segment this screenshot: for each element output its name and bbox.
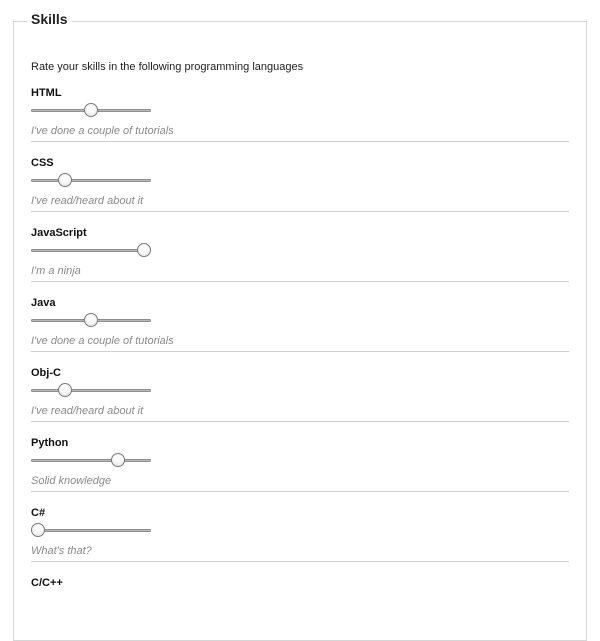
slider-track[interactable] xyxy=(31,459,151,462)
slider-thumb[interactable] xyxy=(31,523,45,537)
slider-track[interactable] xyxy=(31,389,151,392)
row-divider xyxy=(31,421,569,422)
slider-thumb[interactable] xyxy=(110,453,125,467)
skill-name-label: Obj-C xyxy=(31,367,61,379)
row-divider xyxy=(31,211,569,212)
row-divider xyxy=(31,141,569,142)
intro-text: Rate your skills in the following progra… xyxy=(31,61,304,73)
skill-name-label: HTML xyxy=(31,87,62,99)
skill-name-label: JavaScript xyxy=(31,227,87,239)
skill-level-slider[interactable] xyxy=(31,173,151,189)
slider-thumb[interactable] xyxy=(84,313,98,327)
skill-level-description: I've read/heard about it xyxy=(31,405,144,417)
row-divider xyxy=(31,281,569,282)
row-divider xyxy=(31,491,569,492)
skill-level-slider[interactable] xyxy=(31,383,151,399)
skill-name-label: Java xyxy=(31,297,56,309)
skill-name-label: CSS xyxy=(31,157,54,169)
row-divider xyxy=(31,561,569,562)
skill-level-description: I'm a ninja xyxy=(31,265,81,277)
skill-level-description: I've read/heard about it xyxy=(31,195,144,207)
skill-level-description: I've done a couple of tutorials xyxy=(31,335,174,347)
slider-thumb[interactable] xyxy=(84,103,98,117)
skill-level-description: I've done a couple of tutorials xyxy=(31,125,174,137)
skill-name-label: C# xyxy=(31,507,46,519)
slider-track[interactable] xyxy=(31,249,151,252)
skill-level-slider[interactable] xyxy=(31,523,151,539)
skill-level-description: What's that? xyxy=(31,545,92,557)
skill-level-slider[interactable] xyxy=(31,103,151,119)
skill-level-slider[interactable] xyxy=(31,243,151,259)
skill-level-slider[interactable] xyxy=(31,313,151,329)
slider-track[interactable] xyxy=(31,529,151,532)
slider-thumb[interactable] xyxy=(57,383,72,397)
slider-thumb[interactable] xyxy=(57,173,72,187)
section-legend: Skills xyxy=(27,11,72,27)
row-divider xyxy=(31,351,569,352)
slider-track[interactable] xyxy=(31,179,151,182)
skill-name-label: C/C++ xyxy=(31,577,63,589)
skill-name-label: Python xyxy=(31,437,69,449)
skill-level-description: Solid knowledge xyxy=(31,475,112,487)
skill-level-slider[interactable] xyxy=(31,453,151,469)
slider-thumb[interactable] xyxy=(137,243,151,257)
